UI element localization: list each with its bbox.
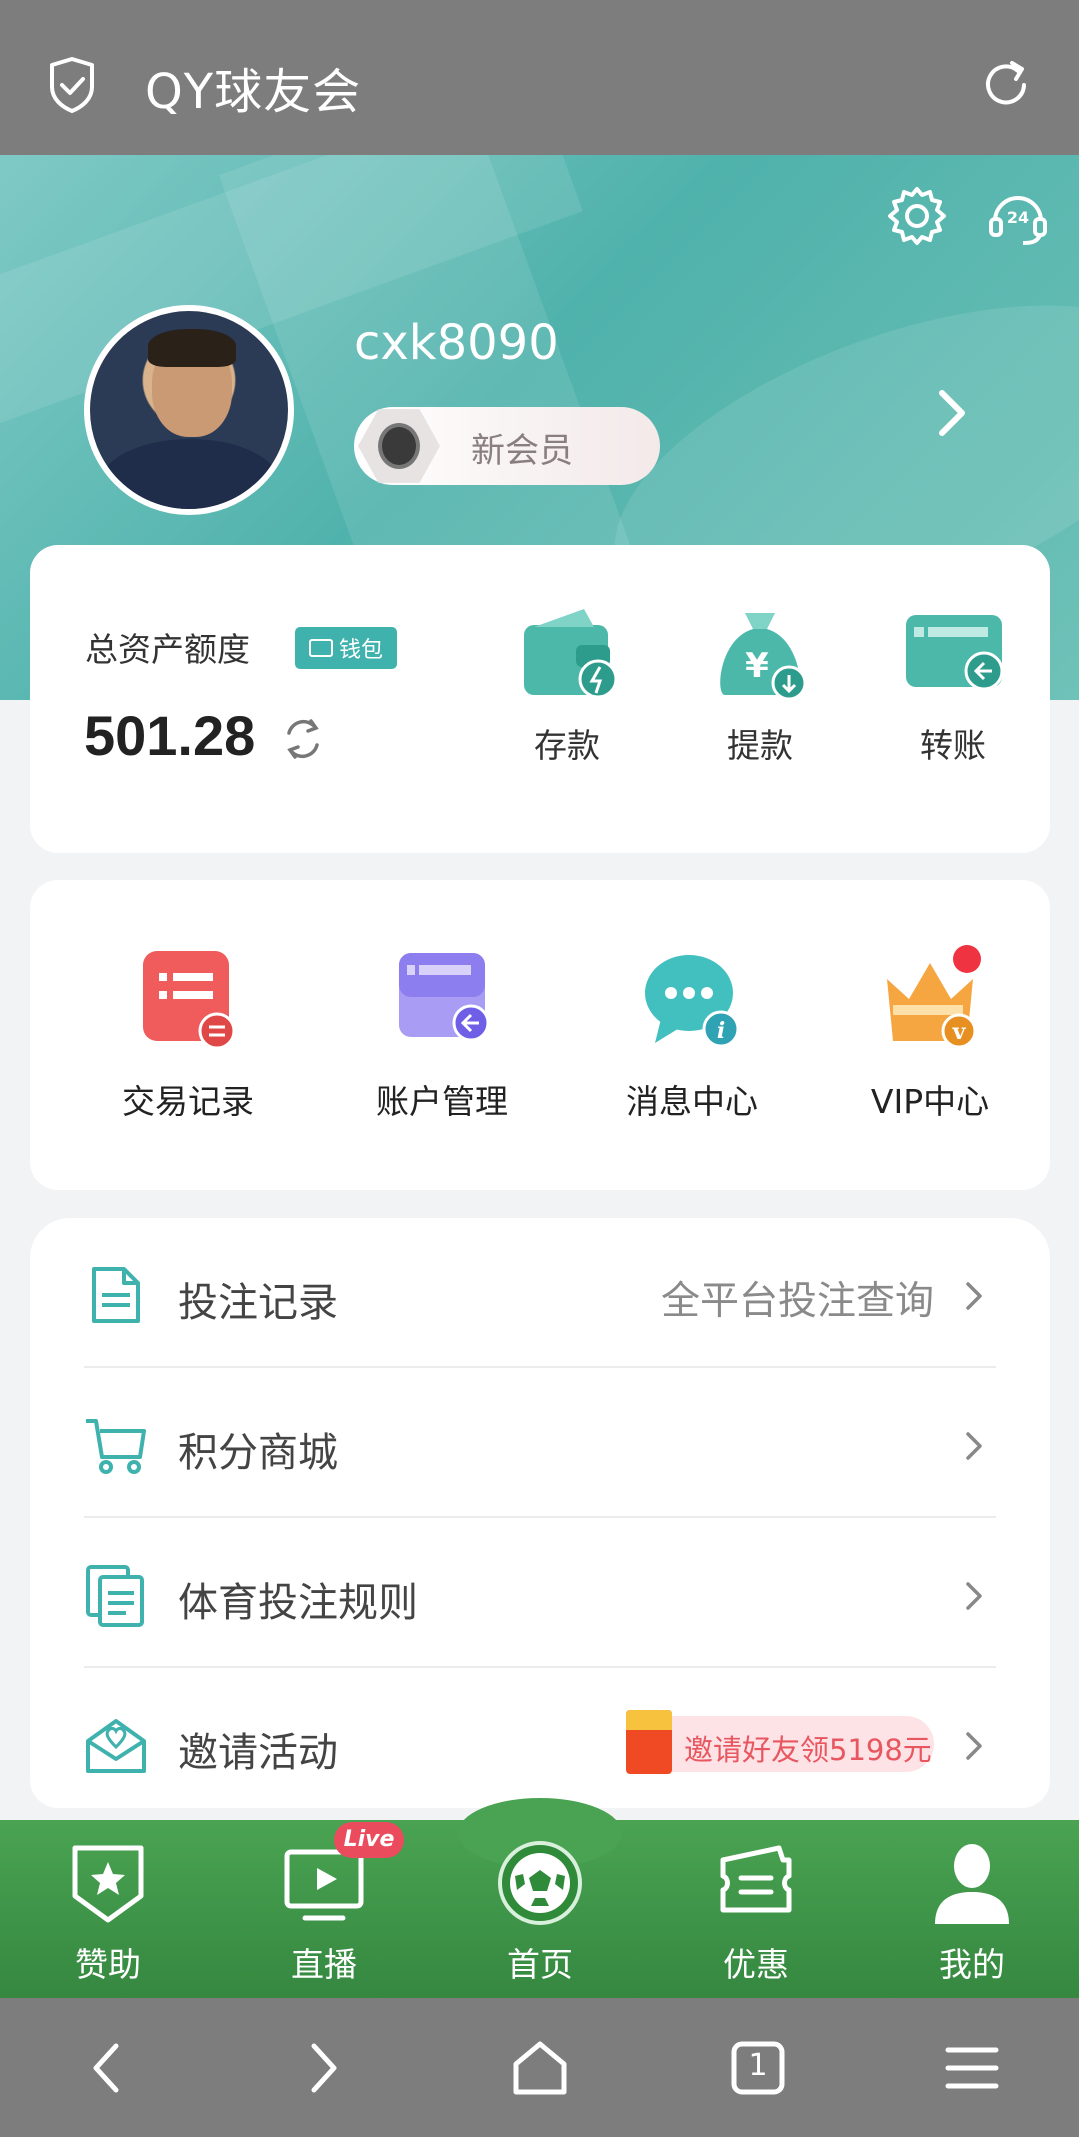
vip-center-button[interactable]: v VIP中心 xyxy=(820,945,1040,1123)
menu-row-label: 积分商城 xyxy=(178,1430,338,1476)
wallet-tag[interactable]: 钱包 xyxy=(295,627,397,669)
menu-row-points-mall[interactable]: 积分商城 xyxy=(84,1368,996,1518)
live-badge: Live xyxy=(334,1822,404,1858)
soccer-ball-icon xyxy=(498,1841,582,1925)
tabs-button[interactable]: 1 xyxy=(728,2038,788,2098)
page-title: QY球友会 xyxy=(145,64,362,120)
invite-promo-badge[interactable]: 邀请好友领5198元 xyxy=(626,1710,934,1774)
menu-row-sports-rules[interactable]: 体育投注规则 xyxy=(84,1518,996,1668)
account-management-label: 账户管理 xyxy=(376,1082,508,1121)
transfer-card-icon xyxy=(906,615,1004,691)
chevron-right-icon xyxy=(966,1432,982,1460)
message-bubble-icon: i xyxy=(645,955,740,1048)
svg-text:24: 24 xyxy=(1007,208,1029,227)
withdraw-button[interactable]: ¥ 提款 xyxy=(685,605,835,767)
back-arrow-icon[interactable] xyxy=(78,2038,138,2098)
chevron-right-icon xyxy=(966,1582,982,1610)
vip-center-label: VIP中心 xyxy=(870,1082,990,1121)
assets-card: 总资产额度 钱包 501.28 存款 ¥ 提款 转账 xyxy=(30,545,1050,853)
browser-bottom-bar: 1 xyxy=(0,1998,1079,2137)
total-assets-label: 总资产额度 xyxy=(85,630,250,669)
avatar-hair xyxy=(148,329,236,367)
message-center-label: 消息中心 xyxy=(626,1082,758,1121)
member-level-label: 新会员 xyxy=(471,431,573,471)
reload-icon[interactable] xyxy=(976,55,1036,115)
tab-label: 赞助 xyxy=(75,1945,141,1984)
tab-promotions[interactable]: 优惠 xyxy=(676,1840,836,1986)
total-assets-amount: 501.28 xyxy=(84,704,256,767)
tab-home[interactable]: 首页 xyxy=(460,1840,620,1986)
tab-label: 优惠 xyxy=(723,1945,789,1984)
user-icon xyxy=(935,1844,1009,1924)
transaction-record-button[interactable]: 交易记录 xyxy=(78,945,298,1123)
ticket-icon xyxy=(720,1845,792,1913)
cart-icon xyxy=(86,1419,146,1474)
home-icon[interactable] xyxy=(510,2038,570,2098)
deposit-wallet-icon xyxy=(524,609,618,699)
tab-count: 1 xyxy=(748,2048,768,2083)
forward-arrow-icon[interactable] xyxy=(292,2038,352,2098)
refresh-balance-icon[interactable] xyxy=(277,713,329,765)
transfer-label: 转账 xyxy=(920,726,986,765)
tab-mine[interactable]: 我的 xyxy=(892,1840,1052,1986)
star-shield-icon xyxy=(72,1845,144,1923)
chevron-right-icon xyxy=(966,1732,982,1760)
withdraw-moneybag-icon: ¥ xyxy=(720,613,807,701)
chevron-right-icon xyxy=(966,1282,982,1310)
quick-links-card: 交易记录 账户管理 i 消息中心 v VIP中心 xyxy=(30,880,1050,1190)
member-rank-hexagon-icon xyxy=(358,409,440,483)
tab-label: 首页 xyxy=(507,1945,573,1984)
transfer-button[interactable]: 转账 xyxy=(878,605,1028,767)
menu-row-label: 体育投注规则 xyxy=(178,1580,418,1626)
wallet-tag-label: 钱包 xyxy=(338,638,383,663)
svg-text:i: i xyxy=(717,1018,725,1044)
menu-row-subtitle: 全平台投注查询 xyxy=(660,1279,934,1324)
message-center-button[interactable]: i 消息中心 xyxy=(582,945,802,1123)
tab-label: 直播 xyxy=(291,1945,357,1984)
transaction-record-icon xyxy=(143,951,236,1050)
tab-live[interactable]: 直播 xyxy=(244,1840,404,1986)
document-icon xyxy=(92,1267,140,1323)
red-envelope-icon xyxy=(626,1710,672,1774)
vip-crown-icon: v xyxy=(887,945,981,1049)
avatar[interactable] xyxy=(84,305,294,515)
tab-label: 我的 xyxy=(939,1945,1005,1984)
username: cxk8090 xyxy=(354,315,559,371)
rules-docs-icon xyxy=(86,1565,144,1627)
menu-list-card: 投注记录 全平台投注查询 积分商城 体育投注规则 邀请活动 邀请好友领5198元 xyxy=(30,1218,1050,1808)
transaction-record-label: 交易记录 xyxy=(122,1082,254,1121)
tab-sponsor[interactable]: 赞助 xyxy=(28,1840,188,1986)
menu-row-invite[interactable]: 邀请活动 邀请好友领5198元 xyxy=(84,1668,996,1818)
account-management-button[interactable]: 账户管理 xyxy=(332,945,552,1123)
member-level-badge[interactable]: 新会员 xyxy=(354,407,660,485)
deposit-button[interactable]: 存款 xyxy=(492,605,642,767)
wallet-icon xyxy=(308,639,333,657)
bottom-tab-bar: 赞助 直播 首页 优惠 我的 xyxy=(0,1798,1079,1998)
menu-row-label: 邀请活动 xyxy=(178,1730,338,1776)
avatar-shirt xyxy=(100,439,280,509)
menu-row-label: 投注记录 xyxy=(178,1280,338,1326)
withdraw-label: 提款 xyxy=(727,726,793,765)
profile-chevron-right-icon[interactable] xyxy=(934,385,972,441)
settings-gear-icon[interactable] xyxy=(886,185,948,247)
heart-mail-icon xyxy=(86,1719,146,1773)
deposit-label: 存款 xyxy=(534,726,600,765)
shield-check-icon[interactable] xyxy=(44,55,100,115)
menu-row-bet-records[interactable]: 投注记录 全平台投注查询 xyxy=(84,1218,996,1368)
invite-promo-text: 邀请好友领5198元 xyxy=(684,1733,932,1767)
customer-service-24h-icon[interactable]: 24 xyxy=(985,183,1051,249)
account-card-icon xyxy=(399,953,490,1042)
menu-hamburger-icon[interactable] xyxy=(942,2038,1002,2098)
svg-text:v: v xyxy=(952,1019,967,1045)
svg-text:¥: ¥ xyxy=(745,646,769,686)
browser-top-bar: QY球友会 xyxy=(0,0,1079,155)
